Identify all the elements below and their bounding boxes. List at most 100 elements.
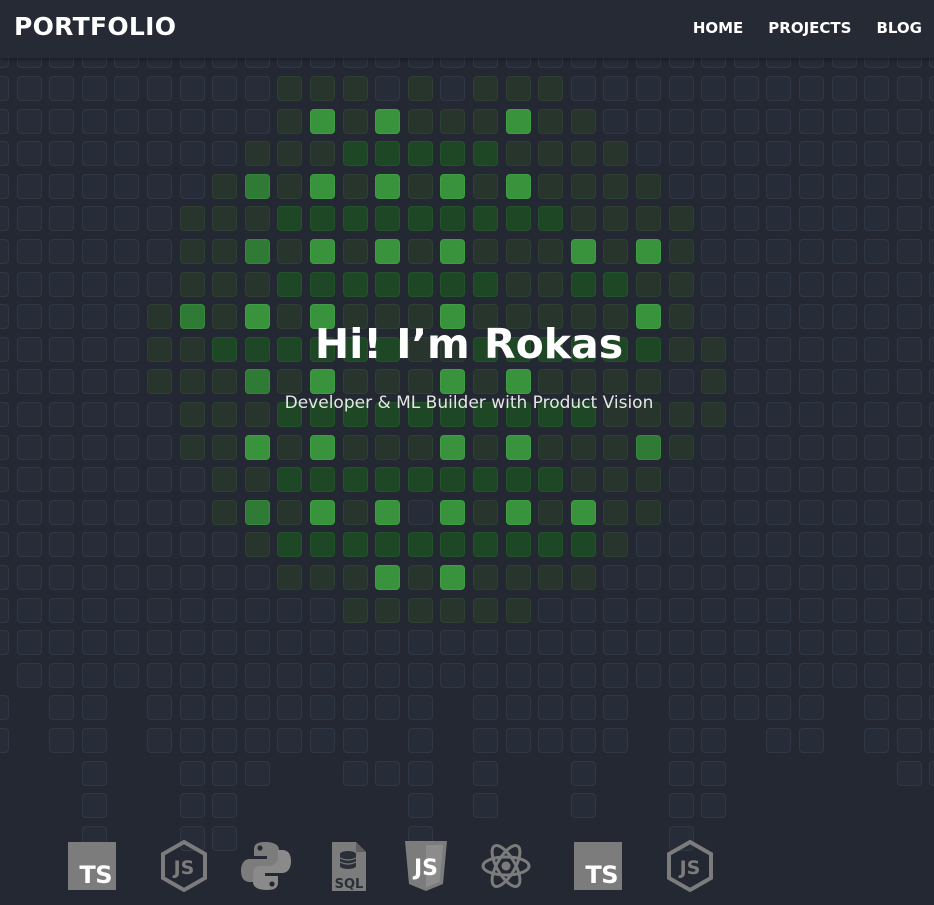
grid-cell <box>343 76 368 101</box>
grid-cell <box>212 695 237 720</box>
grid-cell <box>310 630 335 655</box>
grid-cell <box>17 141 42 166</box>
grid-cell <box>147 565 172 590</box>
grid-cell <box>603 109 628 134</box>
tech-stack-row: TS JS SQL JS TS JS <box>0 838 934 898</box>
grid-cell <box>49 239 74 264</box>
grid-cell <box>49 598 74 623</box>
grid-cell <box>506 532 531 557</box>
top-navigation-bar: PORTFOLIO HOME PROJECTS BLOG <box>0 0 934 58</box>
grid-cell <box>180 435 205 460</box>
nav-link-home[interactable]: HOME <box>693 19 743 37</box>
grid-cell <box>245 369 270 394</box>
grid-cell <box>82 598 107 623</box>
grid-cell <box>212 239 237 264</box>
grid-cell <box>701 630 726 655</box>
grid-cell <box>0 141 9 166</box>
page: PORTFOLIO HOME PROJECTS BLOG Hi! I’m Rok… <box>0 0 934 905</box>
grid-cell <box>603 565 628 590</box>
grid-cell <box>343 272 368 297</box>
grid-cell <box>636 141 661 166</box>
grid-cell <box>147 239 172 264</box>
grid-cell <box>114 532 139 557</box>
grid-cell <box>82 630 107 655</box>
grid-cell <box>408 793 433 818</box>
grid-cell <box>799 500 824 525</box>
grid-cell <box>147 598 172 623</box>
grid-cell <box>375 239 400 264</box>
nav-link-blog[interactable]: BLOG <box>876 19 922 37</box>
grid-cell <box>669 761 694 786</box>
grid-cell <box>408 565 433 590</box>
grid-cell <box>929 532 934 557</box>
grid-cell <box>180 793 205 818</box>
grid-cell <box>277 369 302 394</box>
grid-cell <box>114 109 139 134</box>
grid-cell <box>734 141 759 166</box>
brand-logo-text[interactable]: PORTFOLIO <box>14 12 176 41</box>
grid-cell <box>766 272 791 297</box>
grid-cell <box>0 272 9 297</box>
grid-cell <box>799 467 824 492</box>
grid-cell <box>277 239 302 264</box>
grid-cell <box>375 369 400 394</box>
grid-cell <box>310 695 335 720</box>
grid-cell <box>766 500 791 525</box>
grid-cell <box>114 467 139 492</box>
grid-cell <box>832 369 857 394</box>
grid-cell <box>180 76 205 101</box>
grid-cell <box>864 500 889 525</box>
grid-cell <box>506 206 531 231</box>
grid-cell <box>147 467 172 492</box>
grid-cell <box>310 565 335 590</box>
grid-cell <box>832 76 857 101</box>
grid-cell <box>0 206 9 231</box>
grid-cell <box>375 761 400 786</box>
grid-cell <box>440 76 465 101</box>
grid-cell <box>571 598 596 623</box>
grid-cell <box>0 435 9 460</box>
grid-cell <box>734 76 759 101</box>
grid-cell <box>766 76 791 101</box>
grid-cell <box>17 239 42 264</box>
grid-cell <box>343 141 368 166</box>
grid-cell <box>538 695 563 720</box>
grid-cell <box>864 630 889 655</box>
grid-cell <box>636 272 661 297</box>
grid-cell <box>506 272 531 297</box>
grid-cell <box>864 467 889 492</box>
grid-cell <box>506 369 531 394</box>
grid-cell <box>669 76 694 101</box>
grid-cell <box>897 206 922 231</box>
grid-cell <box>799 565 824 590</box>
grid-cell <box>538 369 563 394</box>
nav-link-projects[interactable]: PROJECTS <box>768 19 851 37</box>
hero-subtitle: Developer & ML Builder with Product Visi… <box>284 393 654 413</box>
grid-cell <box>832 630 857 655</box>
grid-cell <box>114 435 139 460</box>
grid-cell <box>799 174 824 199</box>
grid-cell <box>473 239 498 264</box>
grid-cell <box>375 630 400 655</box>
grid-cell <box>147 663 172 688</box>
grid-cell <box>82 109 107 134</box>
grid-cell <box>799 695 824 720</box>
grid-cell <box>897 663 922 688</box>
grid-cell <box>766 369 791 394</box>
grid-cell <box>212 598 237 623</box>
grid-cell <box>538 206 563 231</box>
grid-cell <box>245 500 270 525</box>
grid-cell <box>408 532 433 557</box>
grid-cell <box>929 761 934 786</box>
grid-cell <box>571 695 596 720</box>
grid-cell <box>864 598 889 623</box>
grid-cell <box>473 793 498 818</box>
grid-cell <box>114 500 139 525</box>
grid-cell <box>897 500 922 525</box>
grid-cell <box>929 239 934 264</box>
grid-cell <box>506 76 531 101</box>
grid-cell <box>571 141 596 166</box>
grid-cell <box>375 598 400 623</box>
grid-cell <box>17 532 42 557</box>
grid-cell <box>375 467 400 492</box>
